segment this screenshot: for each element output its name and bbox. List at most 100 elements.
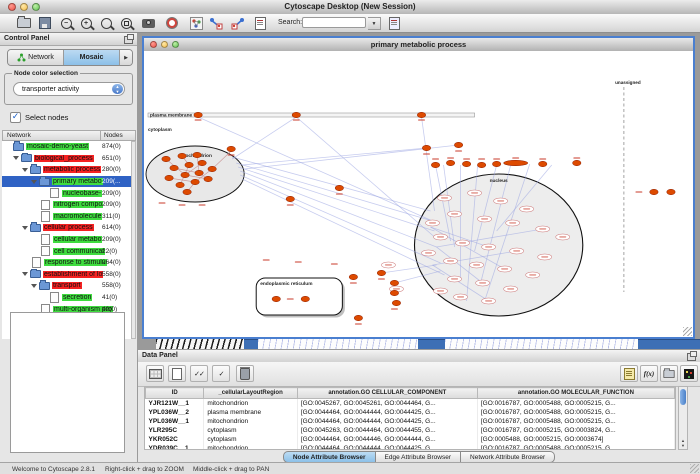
table-scrollbar[interactable]: ▲▼: [678, 386, 688, 450]
tree-column-nodes[interactable]: Nodes: [101, 131, 135, 140]
occluded-window-fragment: [138, 339, 156, 349]
tree-label: cellular metabo: [53, 236, 102, 243]
float-data-panel-icon[interactable]: [687, 353, 696, 361]
table-row[interactable]: YLR295Ccytoplasm[GO:0045263, GO:0044464,…: [146, 426, 675, 435]
tree-row[interactable]: mosaic-demo-yeast874(0): [2, 141, 131, 153]
tree-row[interactable]: establishment of lo558(0): [2, 269, 131, 281]
tree-row[interactable]: transport558(0): [2, 280, 131, 292]
expand-triangle-icon: [22, 262, 29, 263]
search-input[interactable]: [302, 17, 366, 28]
background-windows-strip: [138, 339, 700, 349]
plugin-manager-icon[interactable]: [384, 15, 404, 31]
tree-row[interactable]: cellular metabo209(0): [2, 234, 131, 246]
tab-network[interactable]: Network: [8, 50, 64, 65]
app-titlebar[interactable]: Cytoscape Desktop (New Session): [0, 0, 700, 15]
table-row[interactable]: YKR052Ccytoplasm[GO:0044464, GO:0044446,…: [146, 435, 675, 444]
app-resize-grip-icon[interactable]: [690, 464, 699, 473]
zoom-selected-region-icon[interactable]: [116, 15, 136, 31]
expand-triangle-icon[interactable]: [22, 272, 28, 276]
zoom-fit-icon[interactable]: [96, 15, 116, 31]
column-header[interactable]: annotation.GO MOLECULAR_FUNCTION: [477, 388, 674, 399]
column-header[interactable]: annotation.GO CELLULAR_COMPONENT: [297, 388, 477, 399]
import-attributes-icon[interactable]: [660, 365, 678, 382]
column-header[interactable]: _cellularLayoutRegion: [204, 388, 298, 399]
tree-scrollbar[interactable]: [131, 141, 136, 339]
zoom-in-icon[interactable]: +: [76, 15, 96, 31]
table-cell: YKR052C: [146, 435, 204, 444]
search-dropdown-icon[interactable]: ▼: [368, 17, 381, 30]
tree-row[interactable]: biological_process651(0): [2, 153, 131, 165]
expand-triangle-icon[interactable]: [13, 156, 19, 160]
tree-label: nitrogen compo: [53, 201, 103, 208]
node-color-dropdown[interactable]: transporter activity ▲▼: [13, 82, 125, 96]
network-canvas[interactable]: plasma membranecytoplasmmitochondrionnuc…: [144, 51, 693, 337]
tree-row[interactable]: macromolecule311(0): [2, 211, 131, 223]
snapshot-icon[interactable]: [138, 15, 158, 31]
birdseye-view[interactable]: [10, 312, 125, 453]
tree-row[interactable]: secretion41(0): [2, 292, 131, 304]
save-session-icon[interactable]: [35, 15, 55, 31]
tree-label: establishment of lo: [43, 271, 103, 278]
tree-row[interactable]: metabolic process280(0): [2, 164, 131, 176]
expand-triangle-icon[interactable]: [22, 168, 28, 172]
page-icon: [32, 257, 41, 268]
tree-row[interactable]: nucleobase-209(0): [2, 187, 131, 199]
control-panel-header: Control Panel: [0, 33, 137, 46]
attribute-matrix-icon[interactable]: [680, 365, 698, 382]
expand-triangle-icon: [31, 216, 38, 217]
tree-row[interactable]: cell communicat22(0): [2, 245, 131, 257]
expand-triangle-icon: [40, 297, 47, 298]
page-icon: [50, 292, 59, 303]
select-attributes-icon[interactable]: ✓✓: [190, 365, 208, 382]
svg-text:plasma membrane: plasma membrane: [150, 113, 192, 119]
expand-triangle-icon[interactable]: [31, 180, 37, 184]
layout-b-glyph-icon: [231, 17, 245, 30]
window-resize-grip-icon[interactable]: [683, 327, 692, 336]
table-row[interactable]: YDR039C__1mitochondrion[GO:0044464, GO:0…: [146, 444, 675, 450]
float-panel-icon[interactable]: [124, 36, 133, 44]
tree-column-network[interactable]: Network: [3, 131, 101, 140]
network-overview-icon[interactable]: [186, 15, 206, 31]
tree-row[interactable]: cellular process614(0): [2, 222, 131, 234]
folder-icon: [39, 282, 50, 290]
control-panel: Control Panel Network Mosaic ▶ Node colo…: [0, 33, 138, 462]
column-header[interactable]: ID: [146, 388, 204, 399]
app-title: Cytoscape Desktop (New Session): [0, 2, 700, 11]
table-cell: [GO:0016787, GO:0005488, GO:0005215, G..…: [477, 417, 674, 426]
tree-row[interactable]: primary metabo209(...: [2, 176, 131, 188]
attr-table-head: ID_cellularLayoutRegionannotation.GO CEL…: [146, 388, 675, 399]
tab-network-label: Network: [28, 54, 54, 61]
expand-triangle-icon: [31, 239, 38, 240]
control-panel-tabbar: Network Mosaic ▶: [7, 49, 133, 66]
occluded-window-fragment: [258, 339, 418, 349]
data-panel: Data Panel ✓✓ ✓ f(x) ID_cellularLayoutRe…: [138, 349, 700, 462]
tab-overflow-arrow-icon[interactable]: ▶: [120, 50, 132, 65]
network-view-window[interactable]: primary metabolic process plasma membran…: [142, 36, 695, 339]
new-attribute-icon[interactable]: [168, 365, 186, 382]
layout-b-icon[interactable]: [228, 15, 248, 31]
table-row[interactable]: YPL036W__1mitochondrion[GO:0044464, GO:0…: [146, 417, 675, 426]
tab-mosaic[interactable]: Mosaic: [64, 50, 120, 65]
table-row[interactable]: YJR121W__1mitochondrion[GO:0045267, GO:0…: [146, 399, 675, 409]
function-builder-icon[interactable]: f(x): [640, 365, 658, 382]
scrollbar-thumb[interactable]: [680, 389, 686, 405]
attribute-table-icon[interactable]: [146, 365, 164, 382]
attribute-list-icon[interactable]: [620, 365, 638, 382]
node-color-selection-group: Node color selection transporter activit…: [4, 73, 133, 105]
annotation-icon[interactable]: [250, 15, 270, 31]
help-icon[interactable]: [162, 15, 182, 31]
expand-triangle-icon[interactable]: [31, 284, 37, 288]
network-window-titlebar[interactable]: primary metabolic process: [144, 38, 693, 52]
layout-a-icon[interactable]: [206, 15, 226, 31]
scrollbar-arrows-icon[interactable]: ▲▼: [679, 438, 687, 448]
open-session-icon[interactable]: [14, 15, 34, 31]
occluded-window-fragment: [244, 339, 258, 349]
expand-triangle-icon[interactable]: [22, 226, 28, 230]
table-row[interactable]: YPL036W__2plasma membrane[GO:0044464, GO…: [146, 408, 675, 417]
select-nodes-checkbox[interactable]: ✓: [10, 112, 21, 123]
unselect-attributes-icon[interactable]: ✓: [212, 365, 230, 382]
tree-row[interactable]: response to stimulu264(0): [2, 257, 131, 269]
delete-attribute-icon[interactable]: [236, 365, 254, 382]
tree-row[interactable]: nitrogen compo209(0): [2, 199, 131, 211]
zoom-out-icon[interactable]: −: [56, 15, 76, 31]
